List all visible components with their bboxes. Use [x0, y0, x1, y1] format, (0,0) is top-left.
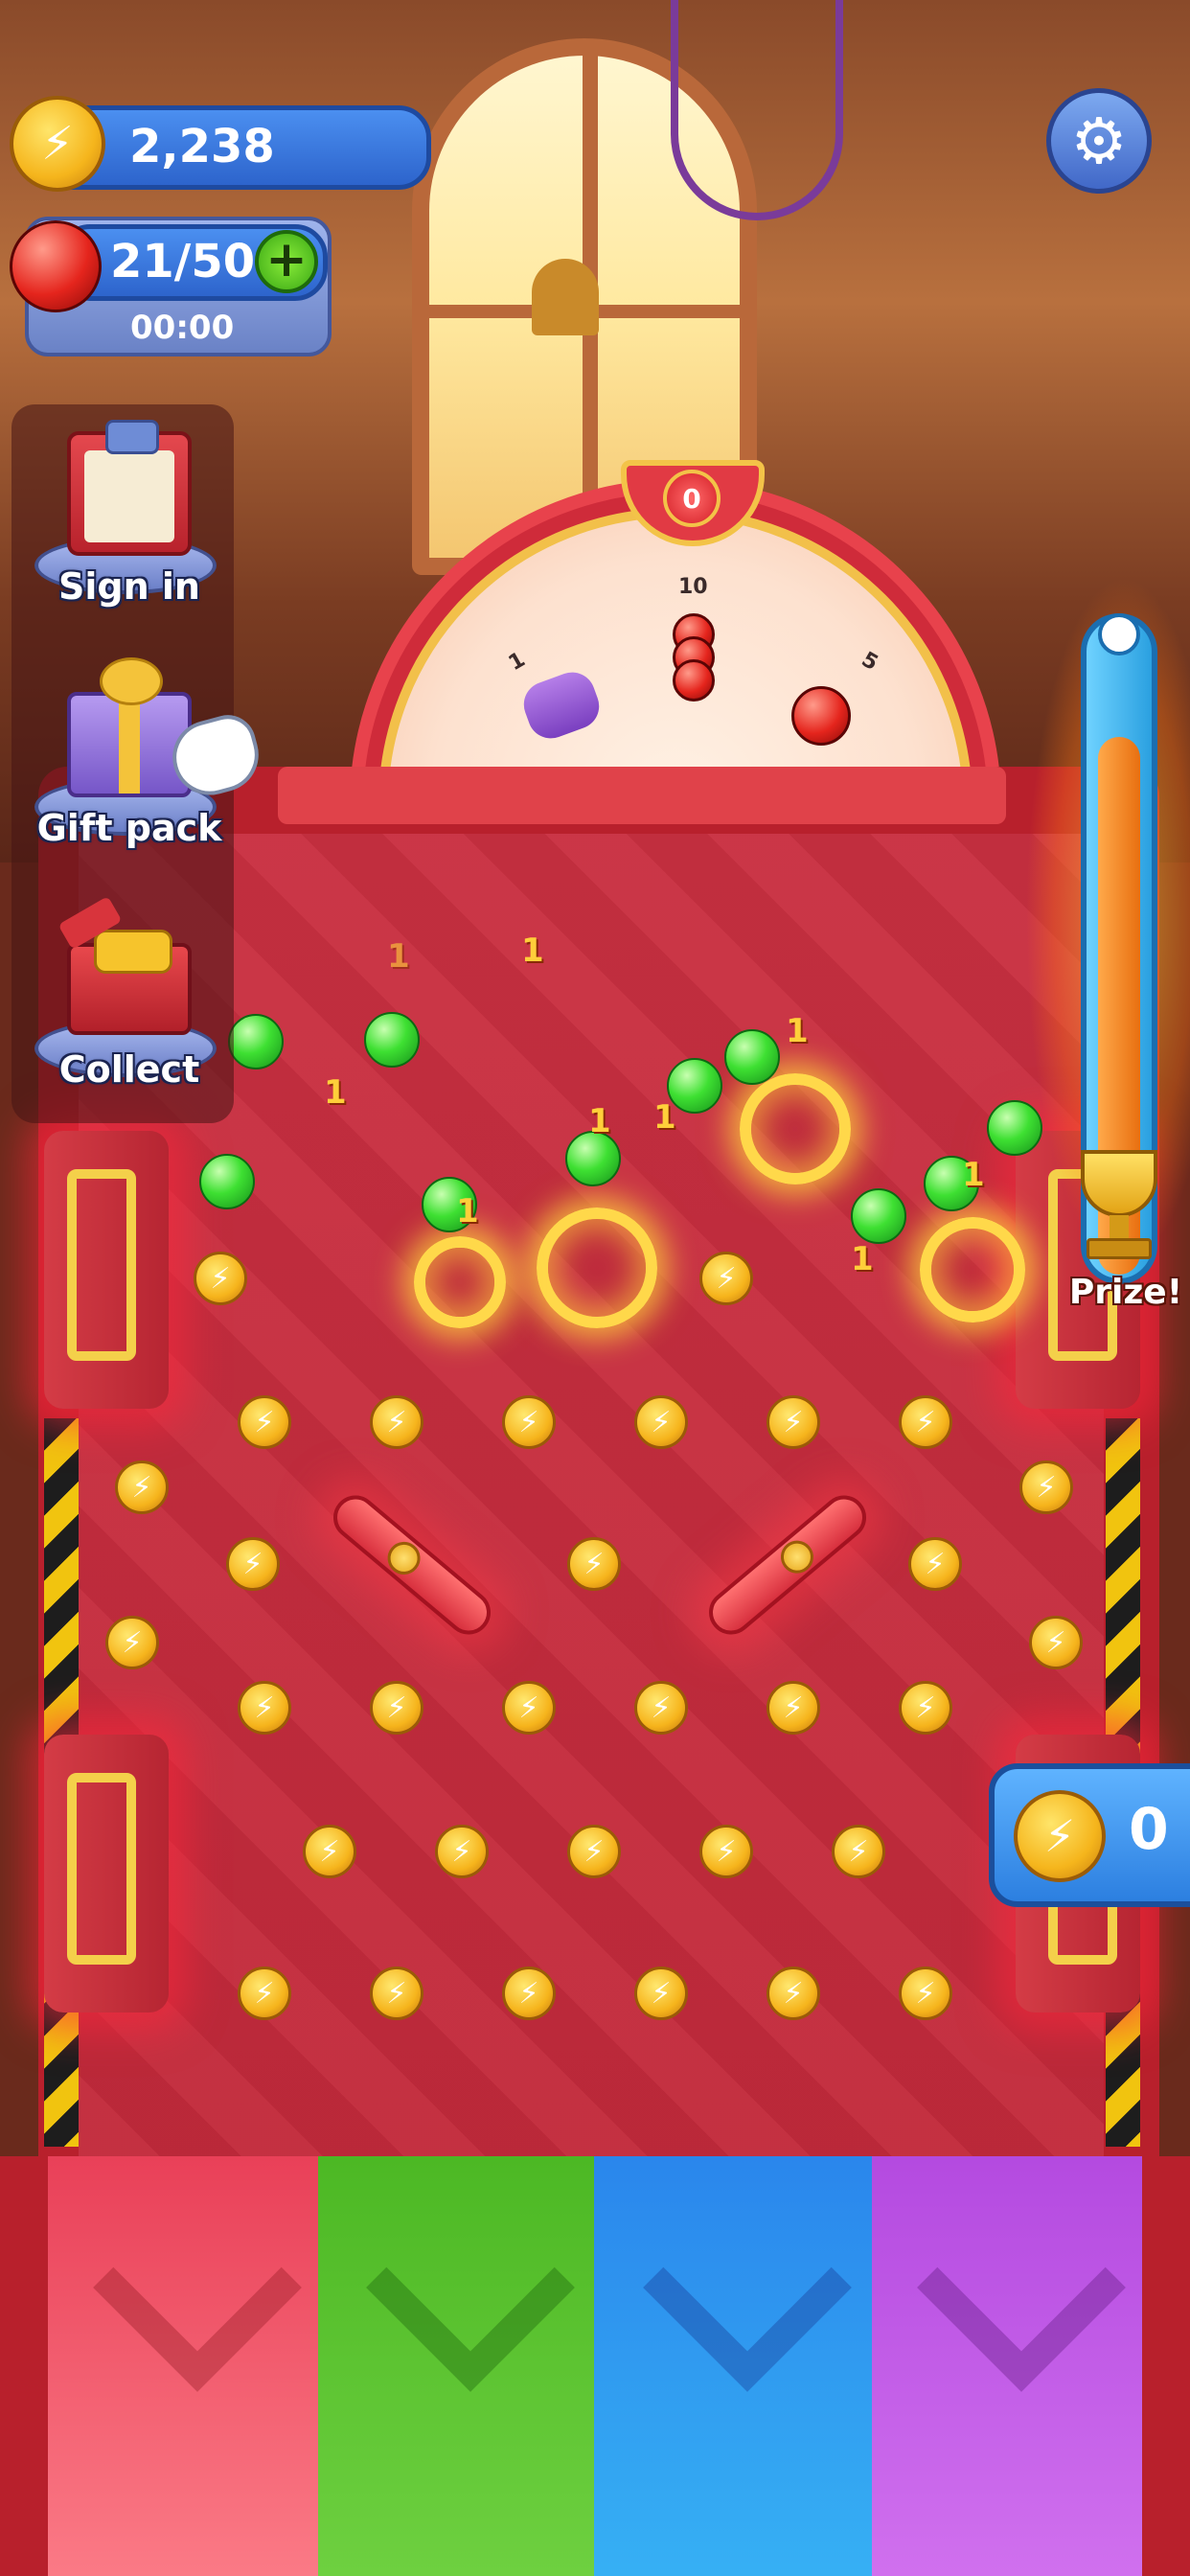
- wheel-segment-label: 10: [678, 575, 708, 599]
- green-slot: [318, 2156, 594, 2576]
- green-ball: [228, 1014, 284, 1070]
- purple-slot: [872, 2156, 1142, 2576]
- prize-progress-knob: [1098, 613, 1140, 656]
- red-balls-icon: [671, 613, 719, 702]
- coin-peg: ⚡: [567, 1825, 621, 1878]
- coin-peg: ⚡: [634, 1966, 688, 2020]
- refill-timer: 00:00: [130, 309, 235, 347]
- settings-button[interactable]: ⚙: [1046, 88, 1152, 194]
- coin-peg: ⚡: [1019, 1460, 1073, 1514]
- coin-peg: ⚡: [767, 1966, 820, 2020]
- toy-box-icon: [57, 896, 192, 1035]
- green-ball: [199, 1154, 255, 1209]
- red-slot: [48, 2156, 318, 2576]
- coin-peg: ⚡: [238, 1966, 291, 2020]
- hit-burst: [414, 1236, 506, 1328]
- wheel-pointer-value: 0: [663, 470, 721, 527]
- coin-peg: ⚡: [370, 1395, 423, 1449]
- score-popup: 1: [387, 937, 410, 976]
- sign-in-label: Sign in: [58, 565, 200, 608]
- coin-peg: ⚡: [115, 1460, 169, 1514]
- chevron-down-icon: [93, 2183, 302, 2392]
- chevron-down-icon: [917, 2183, 1126, 2392]
- coin-peg: ⚡: [767, 1681, 820, 1735]
- coin-peg: ⚡: [502, 1966, 556, 2020]
- score-popup: 1: [653, 1098, 676, 1137]
- coin-peg: ⚡: [370, 1966, 423, 2020]
- coin-peg: ⚡: [502, 1681, 556, 1735]
- score-popup: 1: [456, 1192, 479, 1230]
- collect-label: Collect: [58, 1048, 200, 1091]
- board-rim: [278, 767, 1006, 824]
- right-slot-wall: [1142, 2156, 1190, 2576]
- birdcage-lamp: [671, 0, 843, 220]
- coin-peg: ⚡: [502, 1395, 556, 1449]
- gear-icon: ⚙: [1070, 104, 1128, 178]
- blue-slot: [594, 2156, 872, 2576]
- balls-count-value: 21/50: [110, 235, 256, 288]
- hit-burst: [920, 1217, 1025, 1322]
- coin-peg: ⚡: [238, 1395, 291, 1449]
- coin-peg: ⚡: [699, 1252, 753, 1305]
- chevron-down-icon: [643, 2183, 852, 2392]
- crowned-ball-icon: [791, 686, 851, 746]
- coin-balance-value: 2,238: [129, 120, 275, 173]
- green-ball: [851, 1188, 906, 1244]
- wheel-pointer-text: 0: [682, 482, 701, 515]
- score-popup: 1: [521, 932, 544, 970]
- coin-peg: ⚡: [699, 1825, 753, 1878]
- coin-peg: ⚡: [899, 1966, 952, 2020]
- coin-peg: ⚡: [634, 1681, 688, 1735]
- coin-peg: ⚡: [899, 1681, 952, 1735]
- pocket-coin-value: 0: [1129, 1796, 1169, 1863]
- green-ball: [364, 1012, 420, 1068]
- coin-peg: ⚡: [767, 1395, 820, 1449]
- coin-peg: ⚡: [1029, 1616, 1083, 1669]
- coin-peg: ⚡: [303, 1825, 356, 1878]
- score-popup: 1: [962, 1156, 985, 1194]
- coin-peg: ⚡: [832, 1825, 885, 1878]
- hit-burst: [740, 1073, 851, 1184]
- chevron-down-icon: [366, 2183, 575, 2392]
- coin-peg: ⚡: [899, 1395, 952, 1449]
- red-ball-icon: [10, 220, 102, 312]
- gift-box-icon: [67, 657, 192, 797]
- add-balls-button[interactable]: +: [255, 230, 318, 293]
- clipboard-icon: [67, 420, 192, 556]
- coin-peg: ⚡: [226, 1537, 280, 1591]
- trophy-icon: [1062, 1150, 1177, 1275]
- score-popup: 1: [786, 1012, 809, 1050]
- left-bumper: [44, 1131, 169, 1409]
- gift-pack-label: Gift pack: [36, 807, 222, 849]
- lightning-coin-icon: ⚡: [10, 96, 105, 192]
- coin-peg: ⚡: [435, 1825, 489, 1878]
- coin-peg: ⚡: [908, 1537, 962, 1591]
- left-slot-wall: [0, 2156, 48, 2576]
- bell-icon: [532, 259, 599, 335]
- coin-peg: ⚡: [634, 1395, 688, 1449]
- left-bumper: [44, 1735, 169, 2012]
- coin-peg: ⚡: [194, 1252, 247, 1305]
- coin-peg: ⚡: [567, 1537, 621, 1591]
- score-popup: 1: [324, 1073, 347, 1112]
- collect-button[interactable]: Collect: [29, 895, 230, 1106]
- sign-in-button[interactable]: Sign in: [29, 412, 230, 623]
- coin-peg: ⚡: [105, 1616, 159, 1669]
- hit-burst: [537, 1208, 657, 1328]
- coin-peg: ⚡: [370, 1681, 423, 1735]
- pocket-coin-counter: ⚡ 0: [989, 1763, 1190, 1907]
- prize-label: Prize!: [1068, 1273, 1183, 1312]
- flipper-pivot: [380, 1534, 427, 1581]
- coin-peg: ⚡: [238, 1681, 291, 1735]
- gift-pack-button[interactable]: Gift pack: [29, 654, 267, 864]
- green-ball: [724, 1029, 780, 1085]
- lightning-coin-icon: ⚡: [1014, 1790, 1106, 1882]
- score-popup: 1: [588, 1102, 611, 1140]
- score-popup: 1: [851, 1240, 874, 1278]
